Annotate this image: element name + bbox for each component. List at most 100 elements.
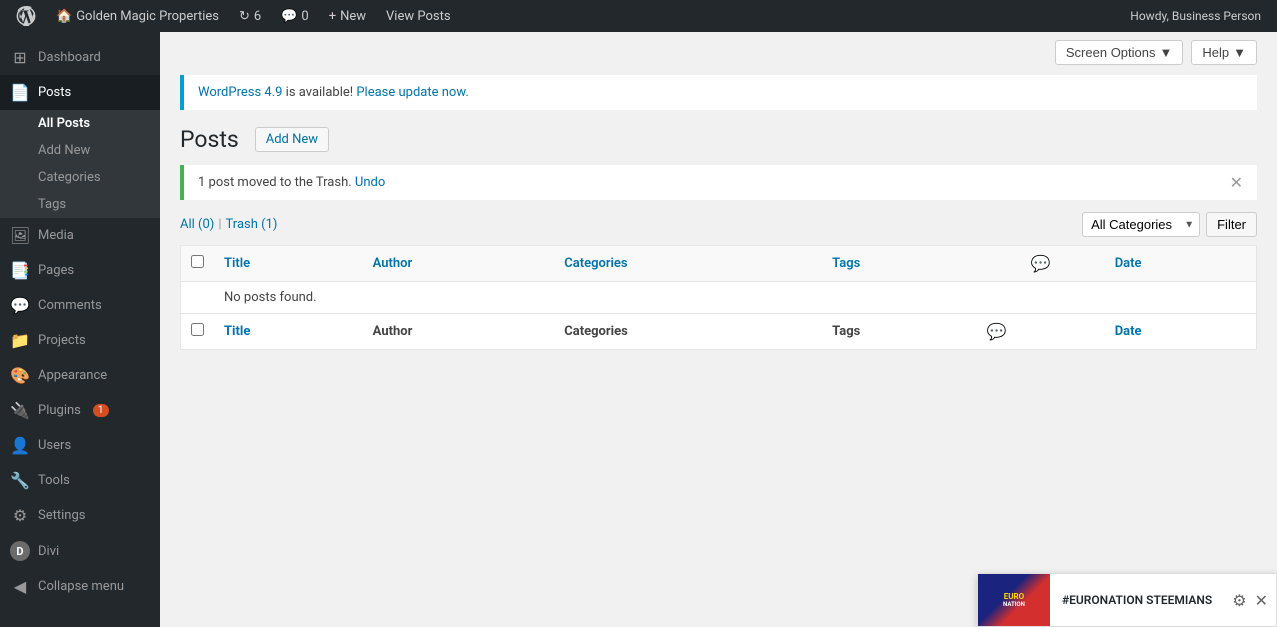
submenu-categories[interactable]: Categories [0,164,160,191]
posts-table: Title Author Categories Tags 💬 Date No p… [180,245,1257,350]
sidebar-item-settings[interactable]: ⚙ Settings [0,498,160,533]
appearance-label: Appearance [38,368,107,383]
sidebar: ⊞ Dashboard 📄 Posts All Posts Add New Ca… [0,32,160,627]
user-greeting-text: Howdy, Business Person [1130,9,1261,23]
undo-link[interactable]: Undo [355,175,385,190]
site-name-link[interactable]: 🏠 Golden Magic Properties [48,0,227,32]
comments-link[interactable]: 💬 0 [273,0,317,32]
screen-options-chevron-icon: ▼ [1160,45,1173,60]
bottom-widget-gear-button[interactable]: ⚙ [1232,591,1246,610]
view-posts-link[interactable]: View Posts [378,0,459,32]
dashboard-icon: ⊞ [10,48,30,67]
plugins-badge: 1 [93,404,109,417]
content-area: WordPress 4.9 is available! Please updat… [160,65,1277,370]
plus-icon: + [329,9,336,24]
settings-icon: ⚙ [10,506,30,525]
bottom-widget: EURO NATION #EURONATION STEEMIANS ⚙ ✕ [977,573,1277,627]
col-footer-author: Author [363,314,555,350]
filter-bar: All (0) | Trash (1) All Categories Uncat… [180,212,1257,237]
sidebar-item-dashboard[interactable]: ⊞ Dashboard [0,40,160,75]
no-posts-row: No posts found. [181,282,1257,314]
updates-link[interactable]: ↻ 6 [231,0,269,32]
all-posts-filter-link[interactable]: All (0) [180,217,214,232]
trash-filter-link[interactable]: Trash (1) [226,217,278,232]
sidebar-item-users[interactable]: 👤 Users [0,428,160,463]
select-all-checkbox[interactable] [191,255,204,268]
sidebar-item-posts[interactable]: 📄 Posts [0,75,160,110]
add-new-label: Add New [38,143,90,158]
bottom-widget-title: #EURONATION STEEMIANS [1050,589,1224,611]
table-footer-row: Title Author Categories Tags 💬 Date [181,314,1257,350]
tools-label: Tools [38,473,70,488]
wp-logo-link[interactable] [8,0,44,32]
sidebar-item-collapse[interactable]: ◀ Collapse menu [0,569,160,604]
select-all-footer-checkbox[interactable] [191,323,204,336]
add-new-button[interactable]: Add New [255,127,329,152]
col-header-categories: Categories [554,246,822,282]
submenu-tags[interactable]: Tags [0,191,160,218]
new-label: New [340,9,366,24]
sidebar-item-projects[interactable]: 📁 Projects [0,323,160,358]
col-footer-date[interactable]: Date [1105,314,1257,350]
posts-label: Posts [38,85,71,100]
trash-notice-message: 1 post moved to the Trash. [198,175,352,190]
screen-options-label: Screen Options [1066,45,1156,60]
help-label: Help [1202,45,1229,60]
comments-bubble-icon: 💬 [1031,254,1051,273]
site-name: Golden Magic Properties [76,9,219,24]
view-posts-label: View Posts [386,9,451,24]
table-header-row: Title Author Categories Tags 💬 Date [181,246,1257,282]
comments-count: 0 [301,9,308,24]
screen-options-button[interactable]: Screen Options ▼ [1055,40,1183,65]
filter-links: All (0) | Trash (1) [180,217,277,232]
media-icon: 🖼 [10,226,30,245]
col-header-checkbox [181,246,215,282]
help-button[interactable]: Help ▼ [1191,40,1257,65]
col-footer-tags: Tags [822,314,976,350]
bottom-widget-close-button[interactable]: ✕ [1255,591,1268,610]
comments-bubble-footer-icon: 💬 [987,322,1007,341]
update-now-link[interactable]: Please update now. [356,85,468,100]
settings-label: Settings [38,508,85,523]
col-header-comments: 💬 [977,246,1105,282]
posts-submenu: All Posts Add New Categories Tags [0,110,160,218]
update-notice: WordPress 4.9 is available! Please updat… [180,75,1257,110]
notice-middle-text: is available! [286,85,357,100]
all-posts-label: All Posts [38,116,90,131]
col-header-title[interactable]: Title [214,246,363,282]
tags-label: Tags [38,197,66,212]
new-content-link[interactable]: + New [321,0,374,32]
updates-icon: ↻ [239,9,250,24]
pages-label: Pages [38,263,74,278]
submenu-all-posts[interactable]: All Posts [0,110,160,137]
plugins-icon: 🔌 [10,401,30,420]
no-posts-message: No posts found. [214,282,1257,314]
categories-label: Categories [38,170,101,185]
categories-select[interactable]: All Categories Uncategorized [1082,212,1200,237]
sidebar-item-comments[interactable]: 💬 Comments [0,288,160,323]
col-footer-title[interactable]: Title [214,314,363,350]
sidebar-item-divi[interactable]: D Divi [0,533,160,569]
trash-notice-text: 1 post moved to the Trash. Undo [198,175,385,190]
divi-label: Divi [38,544,59,559]
main-content: Screen Options ▼ Help ▼ WordPress 4.9 is… [160,32,1277,627]
wordpress-version-link[interactable]: WordPress 4.9 [198,85,282,100]
close-notice-button[interactable]: ✕ [1230,173,1243,192]
bottom-widget-thumb-inner: EURO NATION [978,574,1050,626]
filter-button[interactable]: Filter [1206,212,1257,237]
sidebar-item-plugins[interactable]: 🔌 Plugins 1 [0,393,160,428]
sidebar-item-appearance[interactable]: 🎨 Appearance [0,358,160,393]
col-header-date[interactable]: Date [1105,246,1257,282]
user-greeting[interactable]: Howdy, Business Person [1122,0,1269,32]
users-label: Users [38,438,71,453]
projects-icon: 📁 [10,331,30,350]
submenu-add-new[interactable]: Add New [0,137,160,164]
collapse-label: Collapse menu [38,579,124,594]
appearance-icon: 🎨 [10,366,30,385]
media-label: Media [38,228,74,243]
sidebar-item-media[interactable]: 🖼 Media [0,218,160,253]
sidebar-item-tools[interactable]: 🔧 Tools [0,463,160,498]
sidebar-item-pages[interactable]: 📑 Pages [0,253,160,288]
projects-label: Projects [38,333,86,348]
collapse-icon: ◀ [10,577,30,596]
